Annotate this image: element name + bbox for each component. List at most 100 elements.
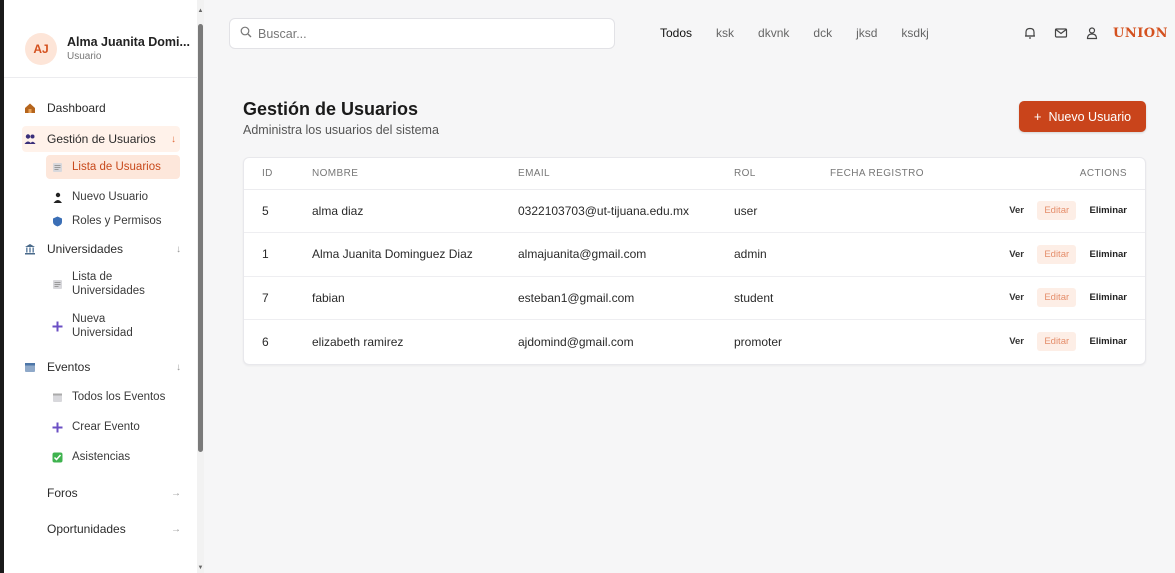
sidebar-subitem-label: Lista de Usuarios (72, 160, 161, 173)
tab-ksdkj[interactable]: ksdkj (901, 26, 928, 40)
new-user-button-label: Nuevo Usuario (1048, 109, 1132, 124)
search-icon (240, 26, 252, 41)
table-header-row: ID NOMBRE EMAIL ROL FECHA REGISTRO ACTIO… (244, 158, 1145, 190)
col-header-id[interactable]: ID (244, 158, 312, 190)
cell-email: esteban1@gmail.com (518, 276, 734, 320)
sidebar-item-foros[interactable]: Foros → (24, 481, 181, 505)
new-user-button[interactable]: + Nuevo Usuario (1019, 101, 1146, 132)
cell-id: 1 (244, 232, 312, 277)
arrow-down-icon: ↓ (176, 361, 181, 373)
sidebar-item-label: Foros (47, 486, 78, 500)
col-header-fecha[interactable]: FECHA REGISTRO (830, 158, 980, 190)
sidebar-scrollbar[interactable]: ▲ ▼ (197, 0, 204, 573)
user-card[interactable]: AJ Alma Juanita Domi... Usuario (4, 0, 203, 78)
view-button[interactable]: Ver (1009, 336, 1024, 347)
cell-email: almajuanita@gmail.com (518, 232, 734, 277)
cell-actions: Ver Editar Eliminar (980, 232, 1145, 277)
mail-icon[interactable] (1052, 24, 1070, 42)
col-header-email[interactable]: EMAIL (518, 158, 734, 190)
sidebar-item-eventos[interactable]: Eventos ↓ (24, 355, 181, 379)
calendar-icon (52, 392, 63, 403)
sidebar-subitem-label: Asistencias (72, 450, 131, 463)
plus-icon: + (1033, 109, 1042, 124)
edit-button[interactable]: Editar (1037, 332, 1077, 351)
tab-todos[interactable]: Todos (660, 26, 692, 40)
user-name: Alma Juanita Domi... (67, 35, 190, 49)
cell-rol: user (734, 189, 830, 233)
user-info: Alma Juanita Domi... Usuario (67, 35, 190, 62)
list-icon (52, 162, 63, 173)
delete-button[interactable]: Eliminar (1090, 249, 1128, 260)
user-icon[interactable] (1083, 24, 1101, 42)
top-icons: UNION (1008, 24, 1168, 42)
view-button[interactable]: Ver (1009, 292, 1024, 303)
sidebar: AJ Alma Juanita Domi... Usuario Dashboar… (4, 0, 204, 573)
cell-nombre: Alma Juanita Dominguez Diaz (312, 232, 518, 277)
cell-rol: student (734, 276, 830, 320)
users-icon (24, 133, 36, 145)
cell-actions: Ver Editar Eliminar (980, 276, 1145, 320)
delete-button[interactable]: Eliminar (1090, 292, 1128, 303)
edit-button[interactable]: Editar (1037, 201, 1077, 221)
scroll-up-icon[interactable]: ▲ (197, 8, 204, 14)
check-icon (52, 452, 63, 463)
edit-button[interactable]: Editar (1037, 244, 1077, 264)
tab-jksd[interactable]: jksd (856, 26, 877, 40)
brand-logo[interactable]: UNION (1113, 26, 1168, 41)
sidebar-item-label: Oportunidades (47, 522, 126, 536)
page-subtitle: Administra los usuarios del sistema (243, 123, 439, 137)
sidebar-item-universidades[interactable]: Universidades ↓ (24, 237, 181, 261)
tab-dck[interactable]: dck (813, 26, 832, 40)
arrow-right-icon: → (171, 487, 181, 499)
sidebar-subitem-label: Nuevo Usuario (72, 190, 149, 203)
sidebar-item-dashboard[interactable]: Dashboard (24, 96, 181, 120)
plus-icon (52, 422, 63, 433)
search-box[interactable] (229, 18, 615, 49)
sidebar-item-oportunidades[interactable]: Oportunidades → (24, 517, 181, 541)
search-input[interactable] (258, 26, 588, 41)
sidebar-subitem-roles[interactable]: Roles y Permisos (46, 209, 180, 233)
table-row: 5 alma diaz 0322103703@ut-tijuana.edu.mx… (244, 189, 1145, 233)
filter-tabs: Todos ksk dkvnk dck jksd ksdkj (660, 26, 953, 40)
arrow-down-icon: ↓ (171, 133, 176, 145)
sidebar-subitem-crear-evento[interactable]: Crear Evento (46, 415, 180, 439)
cell-nombre: elizabeth ramirez (312, 334, 404, 349)
sidebar-item-label: Universidades (47, 242, 124, 256)
sidebar-subitem-label: Roles y Permisos (72, 214, 162, 227)
sidebar-subitem-label: Crear Evento (72, 420, 140, 433)
sidebar-subitem-lista-universidades[interactable]: Lista de Universidades (46, 265, 180, 303)
cell-fecha (830, 320, 980, 364)
delete-button[interactable]: Eliminar (1090, 336, 1128, 347)
arrow-down-icon: ↓ (176, 243, 181, 255)
edit-button[interactable]: Editar (1037, 288, 1077, 308)
page-title: Gestión de Usuarios (243, 99, 419, 119)
users-table-card: ID NOMBRE EMAIL ROL FECHA REGISTRO ACTIO… (243, 157, 1146, 365)
avatar: AJ (25, 32, 57, 65)
sidebar-item-gestion-usuarios[interactable]: Gestión de Usuarios ↓ (22, 126, 180, 152)
col-header-rol[interactable]: ROL (734, 158, 830, 190)
cell-nombre: alma diaz (312, 189, 518, 233)
view-button[interactable]: Ver (1009, 249, 1024, 260)
view-button[interactable]: Ver (1009, 205, 1024, 216)
sidebar-subitem-todos-eventos[interactable]: Todos los Eventos (46, 385, 180, 409)
sidebar-subitem-lista-usuarios[interactable]: Lista de Usuarios (46, 155, 180, 179)
tab-ksk[interactable]: ksk (716, 26, 734, 40)
cell-rol: admin (734, 232, 830, 277)
calendar-icon (24, 361, 36, 373)
sidebar-subitem-nuevo-usuario[interactable]: Nuevo Usuario (46, 185, 180, 209)
cell-email: ajdomind@gmail.com (518, 334, 634, 349)
cell-fecha (830, 189, 980, 233)
list-icon (52, 279, 63, 290)
cell-fecha (830, 232, 980, 277)
cell-id: 6 (262, 334, 269, 349)
scroll-thumb[interactable] (198, 24, 203, 452)
delete-button[interactable]: Eliminar (1090, 205, 1128, 216)
sidebar-subitem-label: Todos los Eventos (72, 390, 166, 403)
tab-dkvnk[interactable]: dkvnk (758, 26, 789, 40)
sidebar-subitem-nueva-universidad[interactable]: Nueva Universidad (46, 307, 180, 345)
cell-actions: Ver Editar Eliminar (980, 320, 1145, 364)
scroll-down-icon[interactable]: ▼ (197, 565, 204, 571)
col-header-nombre[interactable]: NOMBRE (312, 158, 518, 190)
sidebar-subitem-asistencias[interactable]: Asistencias (46, 445, 180, 469)
bell-icon[interactable] (1021, 24, 1039, 42)
